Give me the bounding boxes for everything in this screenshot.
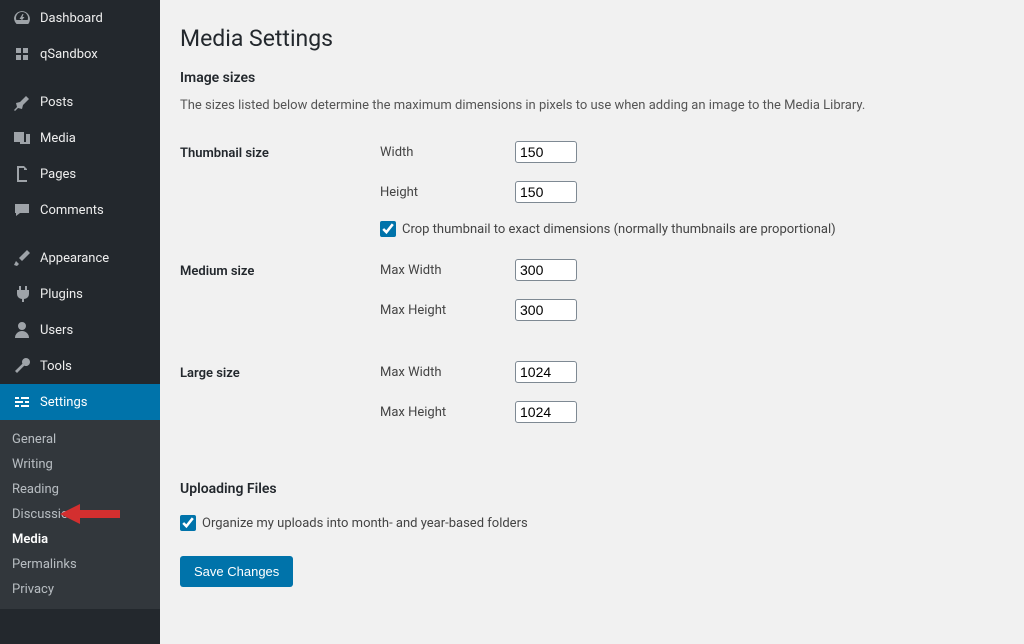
- sidebar-item-comments[interactable]: Comments: [0, 192, 160, 228]
- thumbnail-width-field[interactable]: [515, 141, 577, 163]
- thumbnail-height-label: Height: [380, 185, 515, 200]
- settings-content: Media Settings Image sizes The sizes lis…: [160, 0, 1024, 644]
- sidebar-item-settings[interactable]: Settings: [0, 384, 160, 420]
- settings-submenu: General Writing Reading Discussion Media…: [0, 420, 160, 609]
- sandbox-icon: [12, 44, 32, 64]
- sidebar-item-label: Dashboard: [40, 11, 103, 26]
- crop-thumbnail-checkbox[interactable]: [380, 221, 396, 237]
- brush-icon: [12, 248, 32, 268]
- sidebar-item-label: Tools: [40, 359, 72, 374]
- sidebar-item-label: Media: [40, 131, 76, 146]
- submenu-general[interactable]: General: [0, 427, 160, 452]
- medium-row-label: Medium size: [180, 249, 380, 351]
- save-button[interactable]: Save Changes: [180, 556, 293, 587]
- sidebar-item-label: Settings: [40, 395, 87, 410]
- pushpin-icon: [12, 92, 32, 112]
- page-icon: [12, 164, 32, 184]
- large-maxheight-label: Max Height: [380, 405, 515, 420]
- submenu-reading[interactable]: Reading: [0, 477, 160, 502]
- sidebar-item-label: Comments: [40, 203, 104, 218]
- plug-icon: [12, 284, 32, 304]
- submenu-permalinks[interactable]: Permalinks: [0, 552, 160, 577]
- wrench-icon: [12, 356, 32, 376]
- sidebar-item-appearance[interactable]: Appearance: [0, 240, 160, 276]
- crop-thumbnail-label: Crop thumbnail to exact dimensions (norm…: [402, 222, 836, 237]
- sidebar-item-tools[interactable]: Tools: [0, 348, 160, 384]
- large-row-label: Large size: [180, 351, 380, 453]
- image-sizes-heading: Image sizes: [180, 70, 1004, 86]
- sidebar-item-label: Posts: [40, 95, 73, 110]
- sidebar-item-posts[interactable]: Posts: [0, 84, 160, 120]
- gauge-icon: [12, 8, 32, 28]
- page-title: Media Settings: [180, 25, 1004, 52]
- sidebar-item-pages[interactable]: Pages: [0, 156, 160, 192]
- sidebar-item-label: Plugins: [40, 287, 83, 302]
- sidebar-item-plugins[interactable]: Plugins: [0, 276, 160, 312]
- large-maxheight-field[interactable]: [515, 401, 577, 423]
- user-icon: [12, 320, 32, 340]
- uploading-heading: Uploading Files: [180, 481, 1004, 497]
- image-sizes-description: The sizes listed below determine the max…: [180, 98, 1004, 113]
- media-icon: [12, 128, 32, 148]
- sidebar-item-media[interactable]: Media: [0, 120, 160, 156]
- thumbnail-height-field[interactable]: [515, 181, 577, 203]
- medium-maxheight-field[interactable]: [515, 299, 577, 321]
- sidebar-item-label: Appearance: [40, 251, 109, 266]
- sidebar-item-label: Pages: [40, 167, 76, 182]
- submenu-writing[interactable]: Writing: [0, 452, 160, 477]
- sidebar-item-label: qSandbox: [40, 47, 98, 62]
- sidebar-item-dashboard[interactable]: Dashboard: [0, 0, 160, 36]
- organize-uploads-label: Organize my uploads into month- and year…: [202, 516, 528, 531]
- sidebar-item-label: Users: [40, 323, 73, 338]
- thumbnail-width-label: Width: [380, 145, 515, 160]
- medium-maxheight-label: Max Height: [380, 303, 515, 318]
- medium-maxwidth-field[interactable]: [515, 259, 577, 281]
- comment-icon: [12, 200, 32, 220]
- submenu-media[interactable]: Media: [0, 527, 160, 552]
- thumbnail-row-label: Thumbnail size: [180, 131, 380, 249]
- large-maxwidth-field[interactable]: [515, 361, 577, 383]
- admin-sidebar: Dashboard qSandbox Posts Media Pages Com…: [0, 0, 160, 644]
- sidebar-item-qsandbox[interactable]: qSandbox: [0, 36, 160, 72]
- submenu-privacy[interactable]: Privacy: [0, 577, 160, 602]
- large-maxwidth-label: Max Width: [380, 365, 515, 380]
- organize-uploads-checkbox[interactable]: [180, 515, 196, 531]
- submenu-discussion[interactable]: Discussion: [0, 502, 160, 527]
- sliders-icon: [12, 392, 32, 412]
- medium-maxwidth-label: Max Width: [380, 263, 515, 278]
- sidebar-item-users[interactable]: Users: [0, 312, 160, 348]
